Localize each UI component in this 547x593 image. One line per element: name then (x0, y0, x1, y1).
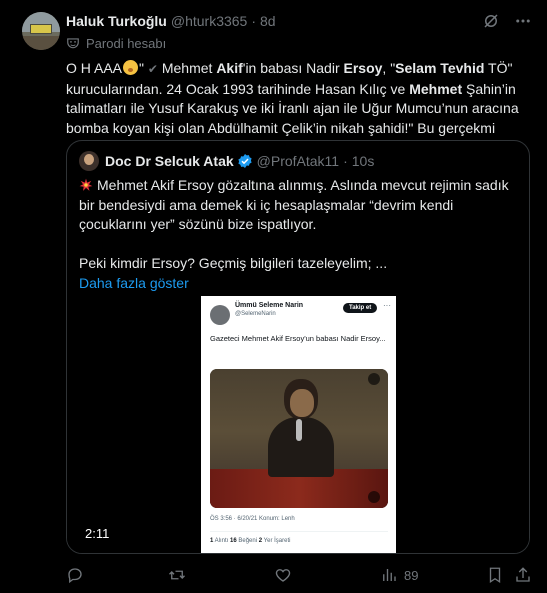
tweet-text: O H AAA " ✔ Mehmet Akif'in babası Nadir E… (66, 59, 528, 138)
tweet-actions: 89 (66, 566, 532, 588)
parody-mask-icon (67, 38, 79, 49)
reply-button[interactable] (66, 566, 84, 584)
inner-post-handle: @SelemeNarin (235, 311, 276, 317)
quote-author-name: Doc Dr Selcuk Atak (105, 153, 234, 169)
timestamp[interactable]: 8d (260, 13, 276, 29)
quote-author-avatar (79, 151, 99, 171)
text-part: , " (382, 60, 396, 76)
reply-icon (68, 568, 82, 584)
show-more-link[interactable]: Daha fazla göster (79, 274, 515, 294)
text-part: " (139, 60, 148, 76)
video-frame-screenshot: Ümmü Seleme Narin @SelemeNarin Takip et … (201, 296, 396, 553)
like-button[interactable] (274, 566, 292, 584)
quote-paragraph-2: Peki kimdir Ersoy? Geçmiş bilgileri taze… (79, 255, 388, 271)
highlight-text: Mehmet (409, 80, 463, 97)
collision-emoji-icon (79, 178, 93, 191)
separator: · (343, 153, 348, 169)
share-button[interactable] (514, 566, 532, 584)
tweet[interactable]: Haluk Turkoğlu @hturk3365 · 8d Parodi he… (0, 0, 547, 593)
flushed-emoji-icon (123, 60, 139, 75)
quote-author-handle: @ProfAtak11 (256, 153, 340, 169)
expand-icon (368, 491, 380, 503)
author-avatar[interactable] (22, 12, 60, 50)
views-icon (383, 569, 396, 581)
bookmark-icon (489, 567, 501, 584)
quote-timestamp: 10s (351, 153, 375, 169)
quote-text: Mehmet Akif Ersoy gözaltına alınmış. Asl… (79, 176, 515, 293)
inner-follow-button: Takip et (343, 303, 378, 313)
mute-icon (368, 373, 380, 385)
bookmark-button[interactable] (486, 566, 504, 584)
retweet-icon (169, 570, 185, 580)
verified-badge-icon (238, 154, 252, 168)
quoted-tweet[interactable]: Doc Dr Selcuk Atak @ProfAtak11 · 10s Meh… (66, 140, 530, 554)
inner-post-name: Ümmü Seleme Narin (235, 302, 304, 309)
highlight-text: Selam Tevhid (395, 60, 485, 76)
share-icon (516, 567, 530, 582)
parody-text: Parodi hesabı (86, 35, 167, 51)
checkmark-icon: ✔ (147, 62, 158, 76)
views-count: 89 (404, 567, 419, 583)
tweet-content: Haluk Turkoğlu @hturk3365 · 8d Parodi he… (66, 12, 532, 138)
inner-post-avatar (210, 305, 230, 325)
video-player[interactable]: Ümmü Seleme Narin @SelemeNarin Takip et … (67, 296, 529, 553)
text-part: O H AAA (66, 60, 123, 76)
more-icon[interactable] (514, 12, 532, 30)
inner-more-icon: ··· (383, 301, 391, 310)
author-handle[interactable]: @hturk3365 (171, 13, 247, 29)
inner-post-stats: 1 Alıntı 16 Beğeni 2 Yer İşareti (210, 538, 291, 544)
tweet-header: Haluk Turkoğlu @hturk3365 · 8d (66, 12, 532, 30)
parody-label: Parodi hesabı (66, 35, 532, 51)
divider (210, 531, 388, 532)
video-duration: 2:11 (85, 526, 110, 541)
like-icon (275, 569, 291, 582)
retweet-button[interactable] (168, 566, 186, 584)
views-button[interactable]: 89 (380, 566, 418, 584)
inner-post-meta: ÖS 3:56 · 6/20/21 Konum: Lenh (210, 516, 295, 522)
separator: · (251, 13, 257, 29)
inner-post-text: Gazeteci Mehmet Akif Ersoy'un babası Nad… (210, 334, 386, 343)
highlight-text: Akif (216, 60, 243, 76)
text-part: 'in babası Nadir (242, 60, 344, 76)
grok-icon[interactable] (482, 12, 500, 30)
author-name[interactable]: Haluk Turkoğlu (66, 13, 167, 29)
header-actions (482, 12, 532, 30)
quote-header: Doc Dr Selcuk Atak @ProfAtak11 · 10s (79, 151, 375, 171)
text-part: Mehmet (157, 60, 217, 76)
quote-paragraph-1: Mehmet Akif Ersoy gözaltına alınmış. Asl… (79, 177, 509, 232)
inner-post-image (210, 369, 388, 508)
highlight-text: Ersoy (343, 60, 383, 76)
